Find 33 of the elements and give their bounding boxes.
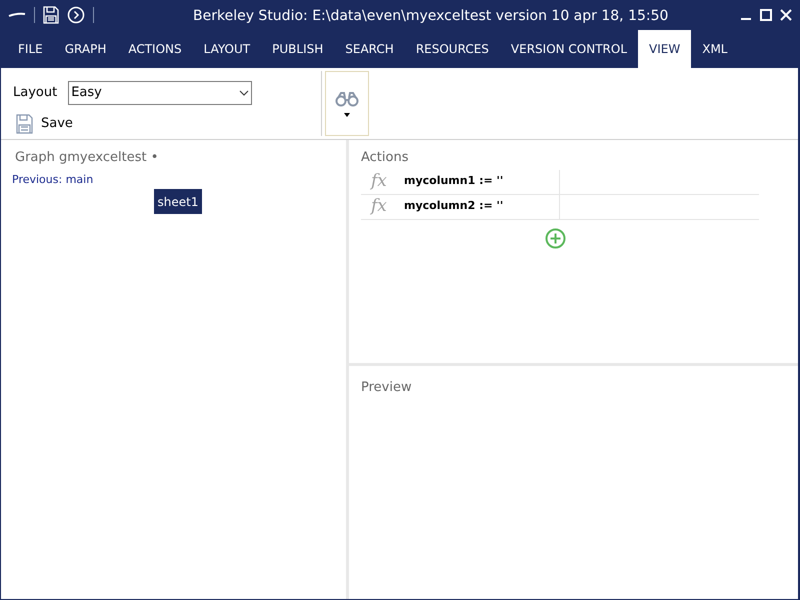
preview-title: Preview [361, 380, 412, 395]
graph-node[interactable]: sheet1 [154, 189, 202, 214]
maximize-icon[interactable] [760, 9, 772, 21]
play-circle-icon[interactable] [67, 6, 85, 24]
minus-icon[interactable] [8, 12, 26, 18]
menu-tab[interactable]: GRAPH [54, 30, 118, 68]
save-button[interactable]: Save [13, 114, 321, 134]
action-expression[interactable]: mycolumn1 := '' [404, 173, 559, 190]
layout-dropdown[interactable]: Easy [68, 81, 252, 105]
menu-tab[interactable]: VERSION CONTROL [500, 30, 638, 68]
layout-label: Layout [13, 84, 58, 102]
save-icon [16, 114, 33, 134]
function-icon: fx [361, 198, 404, 215]
graph-title: Graph gmyexceltest • [14, 149, 160, 167]
save-icon[interactable] [43, 6, 59, 24]
binoculars-dropdown-button[interactable] [325, 71, 369, 136]
caret-icon [344, 112, 350, 116]
close-icon[interactable] [780, 9, 792, 21]
menu-tab[interactable]: LAYOUT [192, 30, 262, 68]
window-title: Berkeley Studio: E:\data\even\myexceltest version 10 apr 18, 15:50 [193, 7, 668, 26]
menu-tab[interactable]: FILE [7, 30, 54, 68]
previous-link[interactable]: Previous: main [12, 172, 94, 188]
binoculars-icon [335, 90, 359, 106]
function-icon: fx [361, 173, 404, 190]
menu-tab[interactable]: RESOURCES [404, 30, 500, 68]
menu-tab[interactable]: ACTIONS [117, 30, 193, 68]
menu-tab[interactable]: PUBLISH [261, 30, 334, 68]
action-expression[interactable]: mycolumn2 := '' [404, 198, 559, 215]
chevron-down-icon [239, 90, 250, 96]
menu-tab[interactable]: VIEW [638, 30, 692, 68]
menu-tab[interactable]: SEARCH [334, 30, 405, 68]
actions-title: Actions [361, 149, 410, 167]
menu-tab[interactable]: XML [691, 30, 738, 68]
